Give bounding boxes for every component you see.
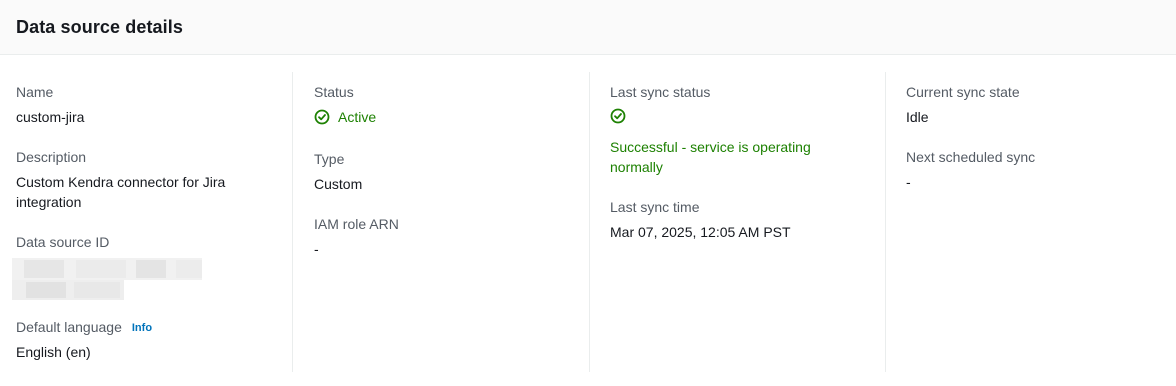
default-language-value: English (en) — [16, 344, 91, 360]
current-sync-state-value: Idle — [906, 109, 929, 125]
current-sync-state-label: Current sync state — [906, 84, 1020, 100]
last-sync-time-field: Last sync time Mar 07, 2025, 12:05 AM PS… — [610, 197, 885, 242]
default-language-label-text: Default language — [16, 319, 122, 335]
status-field: Status Active — [314, 82, 589, 127]
panel-title: Data source details — [16, 16, 183, 37]
type-field: Type Custom — [314, 149, 589, 194]
panel-header: Data source details — [0, 0, 1176, 55]
next-scheduled-sync-field: Next scheduled sync - — [906, 147, 1176, 192]
name-value: custom-jira — [16, 109, 85, 125]
details-column-2: Status Active Type Custom IAM role ARN - — [292, 72, 589, 372]
details-column-1: Name custom-jira Description Custom Kend… — [0, 72, 292, 372]
details-column-3: Last sync status Successful - service is… — [589, 72, 885, 372]
type-value: Custom — [314, 176, 363, 192]
status-label: Status — [314, 84, 354, 100]
data-source-id-redacted — [12, 258, 212, 302]
iam-role-value: - — [314, 241, 319, 257]
details-column-4: Current sync state Idle Next scheduled s… — [885, 72, 1176, 372]
next-scheduled-sync-value: - — [906, 174, 911, 190]
last-sync-status-label: Last sync status — [610, 84, 711, 100]
data-source-details-panel: Data source details Name custom-jira Des… — [0, 0, 1176, 386]
default-language-field: Default language Info English (en) — [16, 317, 292, 362]
status-positive-icon — [610, 108, 626, 124]
info-link[interactable]: Info — [132, 322, 152, 334]
last-sync-time-label: Last sync time — [610, 199, 700, 215]
data-source-id-label: Data source ID — [16, 234, 110, 250]
name-label: Name — [16, 84, 54, 100]
type-label: Type — [314, 151, 345, 167]
iam-role-label: IAM role ARN — [314, 216, 399, 232]
description-label: Description — [16, 149, 87, 165]
status-indicator: Active — [314, 107, 589, 127]
name-field: Name custom-jira — [16, 82, 292, 127]
last-sync-status-icon-row — [610, 108, 885, 128]
status-value: Active — [338, 109, 377, 125]
next-scheduled-sync-label: Next scheduled sync — [906, 149, 1036, 165]
status-positive-icon — [314, 109, 330, 125]
description-field: Description Custom Kendra connector for … — [16, 147, 292, 212]
last-sync-time-value: Mar 07, 2025, 12:05 AM PST — [610, 224, 791, 240]
data-source-id-field: Data source ID — [12, 232, 292, 302]
default-language-label: Default language Info — [16, 317, 292, 337]
iam-role-field: IAM role ARN - — [314, 214, 589, 259]
details-columns: Name custom-jira Description Custom Kend… — [0, 72, 1176, 372]
last-sync-status-value: Successful - service is operating normal… — [610, 139, 811, 175]
last-sync-status-field: Last sync status Successful - service is… — [610, 82, 885, 177]
current-sync-state-field: Current sync state Idle — [906, 82, 1176, 127]
description-value: Custom Kendra connector for Jira integra… — [16, 174, 226, 210]
